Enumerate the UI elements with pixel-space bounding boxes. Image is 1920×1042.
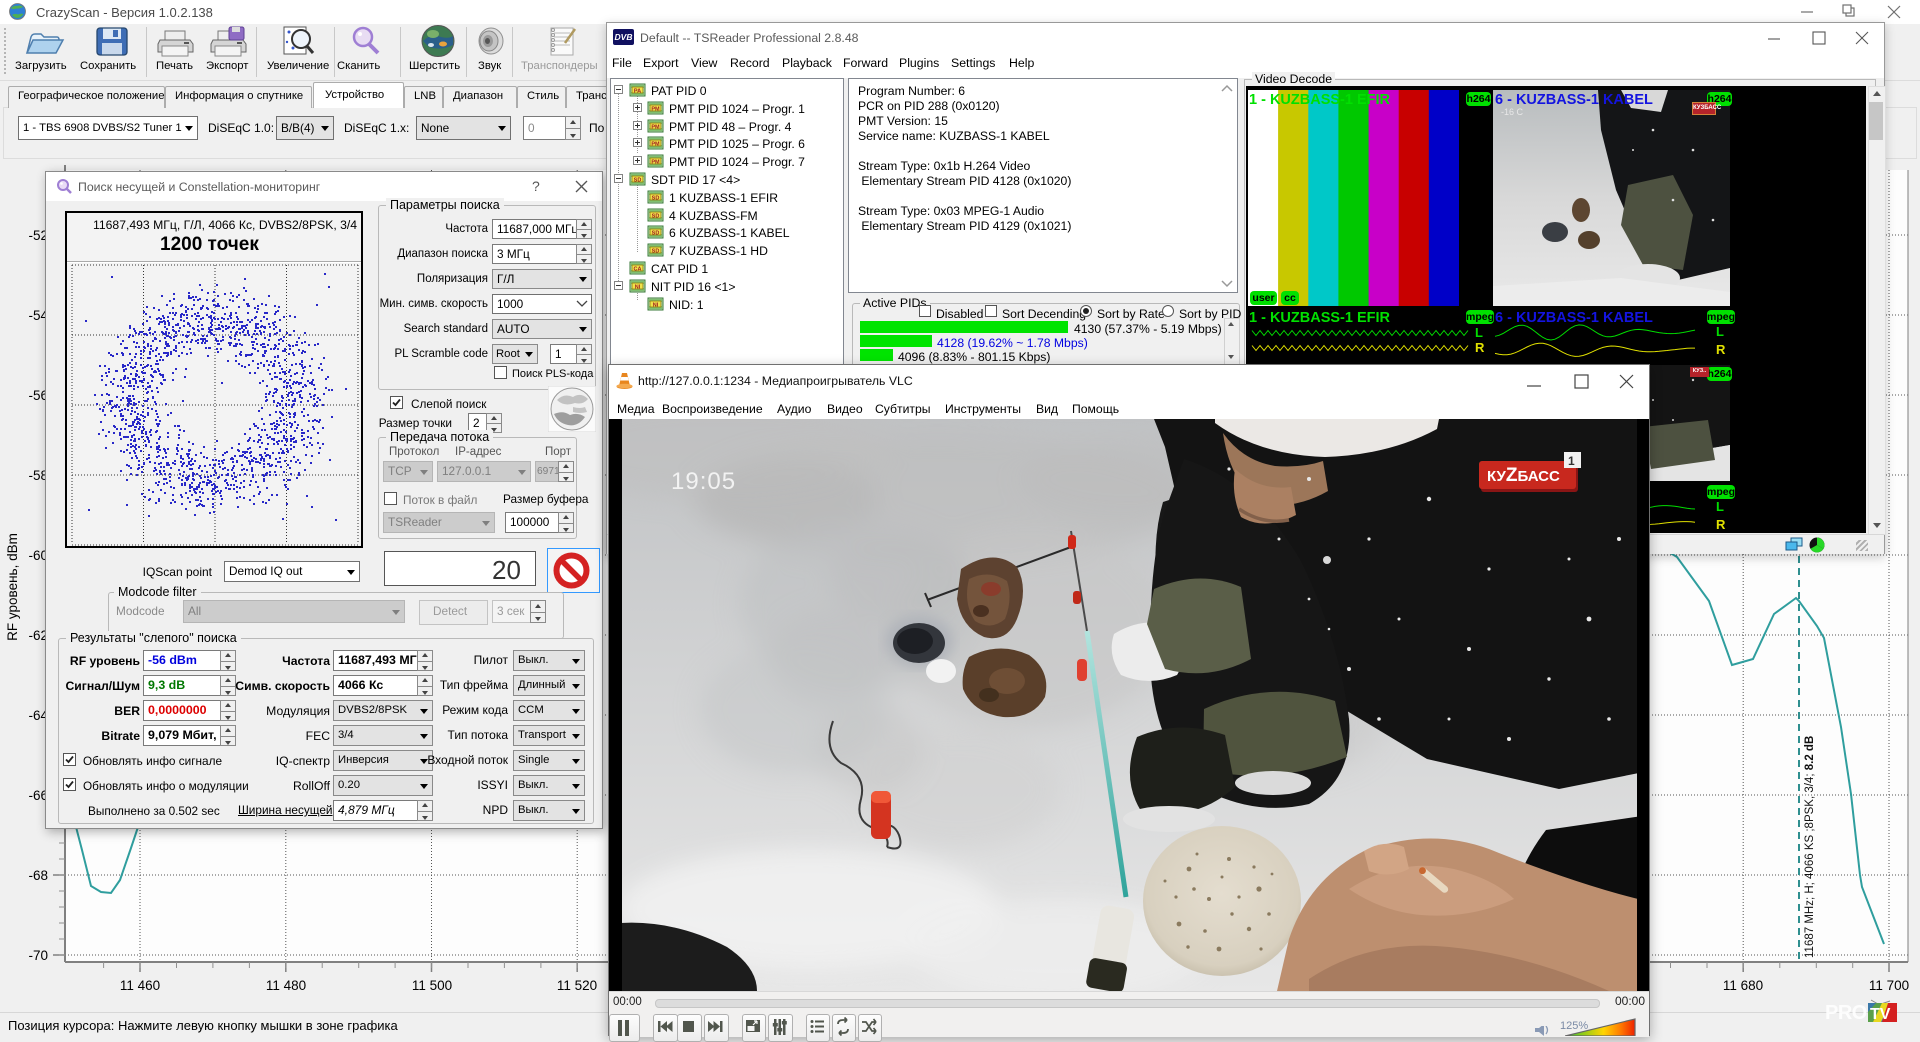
svg-text:PM: PM <box>651 142 660 148</box>
svg-text:SD: SD <box>652 231 660 237</box>
svg-text:NI: NI <box>653 302 659 308</box>
svg-text:PM: PM <box>651 124 660 130</box>
svg-text:RF уровень, dBm: RF уровень, dBm <box>5 533 20 641</box>
svg-text:PRO: PRO <box>1825 1002 1867 1024</box>
svg-text:PM: PM <box>651 106 660 112</box>
svg-text:NI: NI <box>635 284 641 290</box>
svg-text:11 680: 11 680 <box>1723 978 1763 993</box>
svg-text:PM: PM <box>651 159 660 165</box>
svg-text:1: 1 <box>1568 454 1575 468</box>
svg-text:SD: SD <box>652 195 660 201</box>
svg-text:11 460: 11 460 <box>120 978 160 993</box>
svg-text:11 480: 11 480 <box>266 978 306 993</box>
svg-text:SD: SD <box>652 248 660 254</box>
svg-text:-68: -68 <box>28 868 48 883</box>
svg-text:SD: SD <box>652 213 660 219</box>
svg-text:11687 MHz; H; 4066 KS ;8PSK, 3: 11687 MHz; H; 4066 KS ;8PSK, 3/4; 8.2 dB <box>1804 736 1816 958</box>
svg-text:19:05: 19:05 <box>671 468 736 495</box>
svg-text:PA: PA <box>634 88 641 94</box>
svg-text:11 500: 11 500 <box>412 978 452 993</box>
svg-text:TV: TV <box>1870 1006 1891 1023</box>
svg-text:11 700: 11 700 <box>1869 978 1909 993</box>
svg-text:CA: CA <box>634 266 642 272</box>
svg-text:-70: -70 <box>28 948 48 963</box>
svg-text:11 520: 11 520 <box>557 978 597 993</box>
svg-text:SD: SD <box>634 177 642 183</box>
svg-text:КУZБАСС: КУZБАСС <box>1487 465 1560 486</box>
